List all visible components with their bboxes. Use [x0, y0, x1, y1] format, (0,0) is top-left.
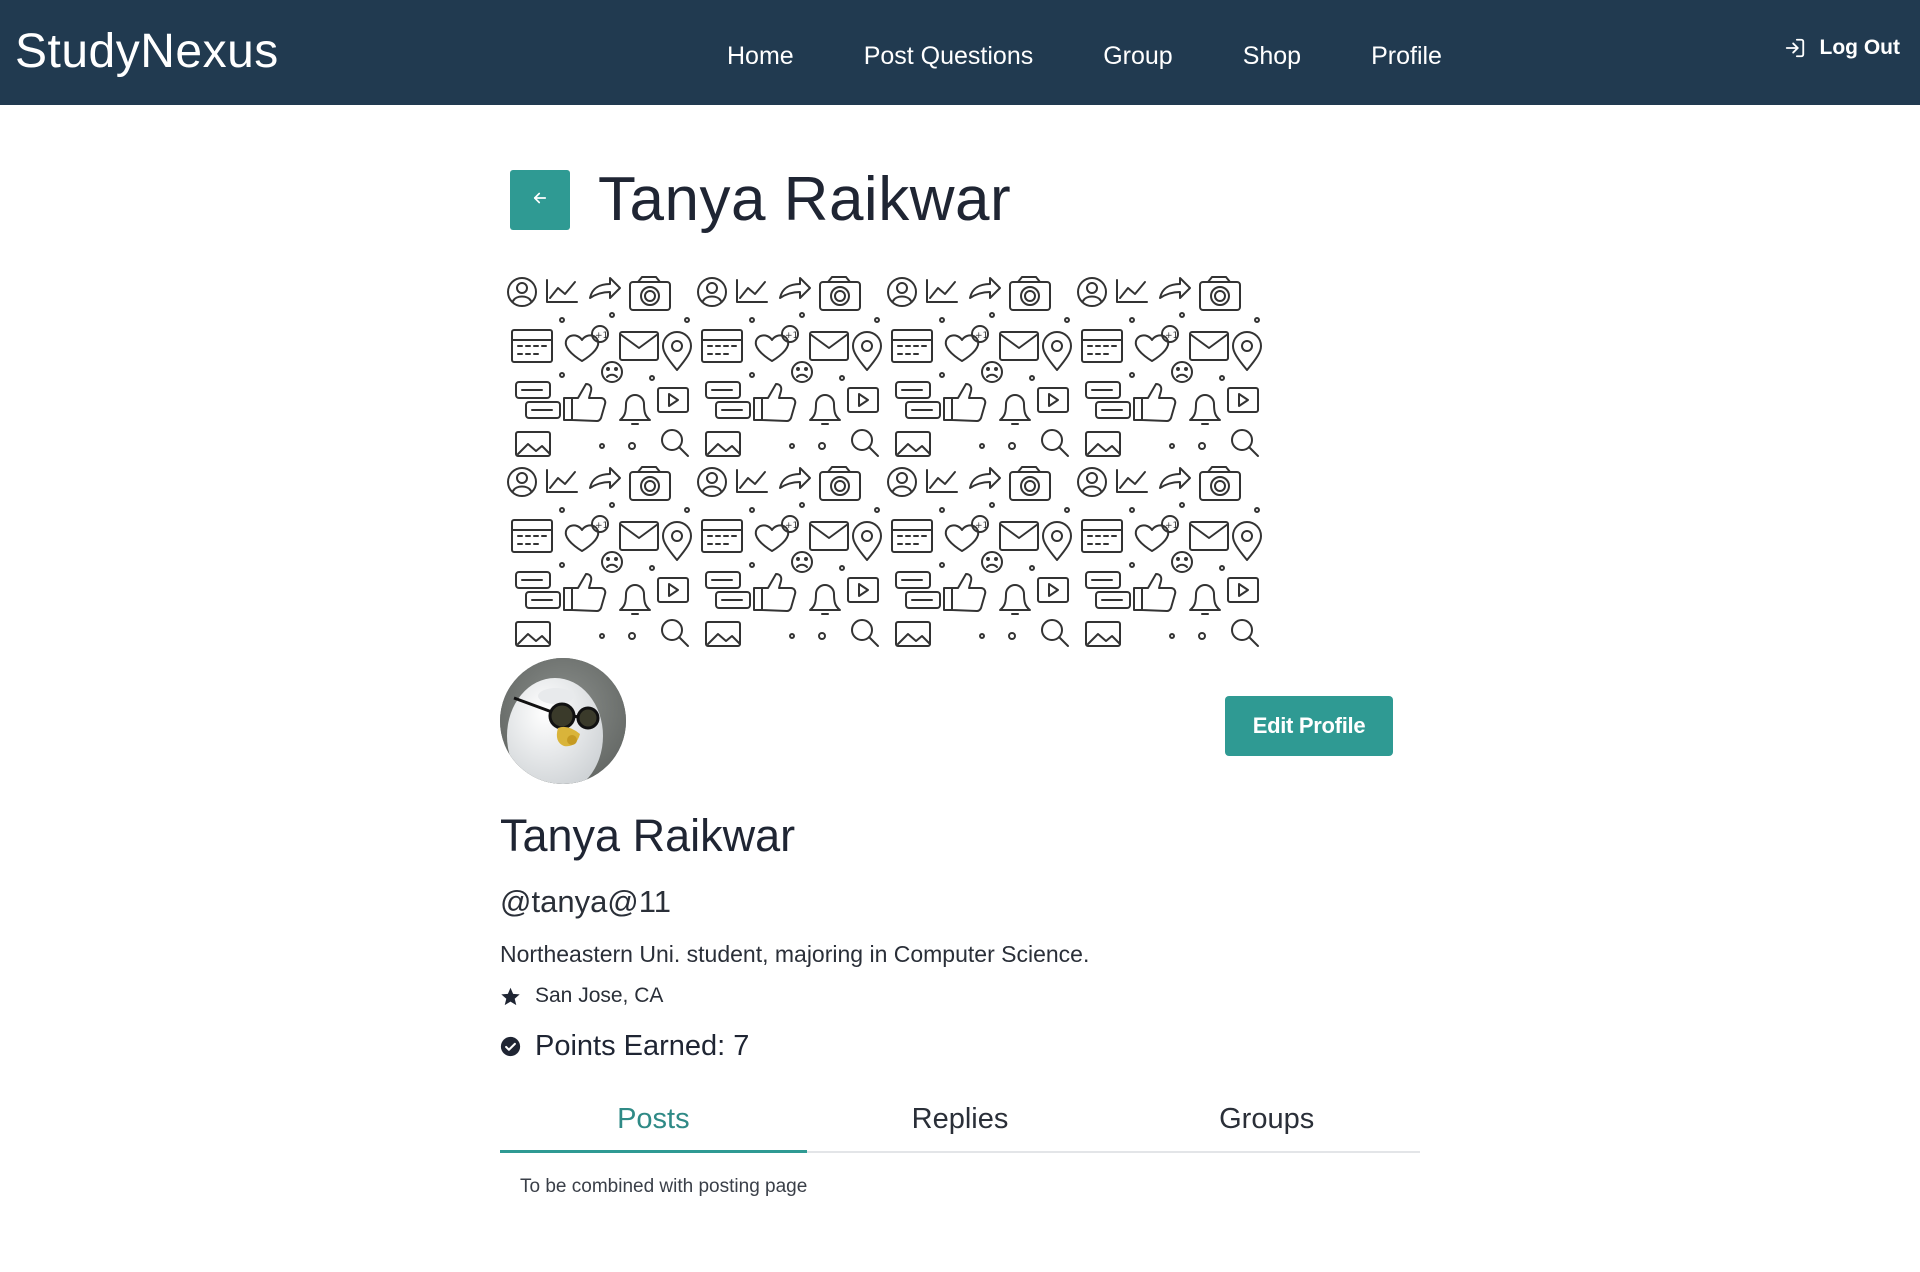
check-circle-icon	[500, 1036, 521, 1057]
logout-icon	[1784, 37, 1806, 59]
navbar: StudyNexus Home Post Questions Group Sho…	[0, 0, 1920, 105]
profile-handle: @tanya@11	[500, 884, 671, 919]
tab-replies[interactable]: Replies	[807, 1095, 1114, 1151]
profile-banner: +1	[502, 270, 1264, 650]
arrow-left-icon	[531, 189, 549, 212]
page-title: Tanya Raikwar	[598, 165, 1012, 234]
nav-link-home[interactable]: Home	[727, 38, 794, 74]
edit-profile-button[interactable]: Edit Profile	[1225, 696, 1393, 756]
tab-groups[interactable]: Groups	[1113, 1095, 1420, 1151]
nav-link-profile[interactable]: Profile	[1371, 38, 1442, 74]
tab-content-text: To be combined with posting page	[520, 1176, 808, 1197]
profile-bio: Northeastern Uni. student, majoring in C…	[500, 941, 1090, 967]
logout-button[interactable]: Log Out	[1784, 36, 1900, 60]
nav-link-group[interactable]: Group	[1103, 38, 1172, 74]
avatar	[500, 658, 626, 784]
logout-label: Log Out	[1819, 36, 1900, 59]
profile-name: Tanya Raikwar	[500, 810, 796, 861]
nav-link-post-questions[interactable]: Post Questions	[864, 38, 1034, 74]
tab-posts[interactable]: Posts	[500, 1095, 807, 1153]
location-label: San Jose, CA	[535, 984, 664, 1007]
nav-links: Home Post Questions Group Shop Profile	[727, 38, 1442, 74]
nav-link-shop[interactable]: Shop	[1243, 38, 1301, 74]
profile-location: San Jose, CA	[500, 984, 663, 1008]
star-icon	[500, 986, 521, 1007]
points-label: Points Earned: 7	[535, 1030, 750, 1062]
brand-logo[interactable]: StudyNexus	[15, 22, 279, 82]
profile-tabs: Posts Replies Groups	[500, 1095, 1420, 1153]
back-button[interactable]	[510, 170, 570, 230]
profile-points: Points Earned: 7	[500, 1030, 749, 1063]
